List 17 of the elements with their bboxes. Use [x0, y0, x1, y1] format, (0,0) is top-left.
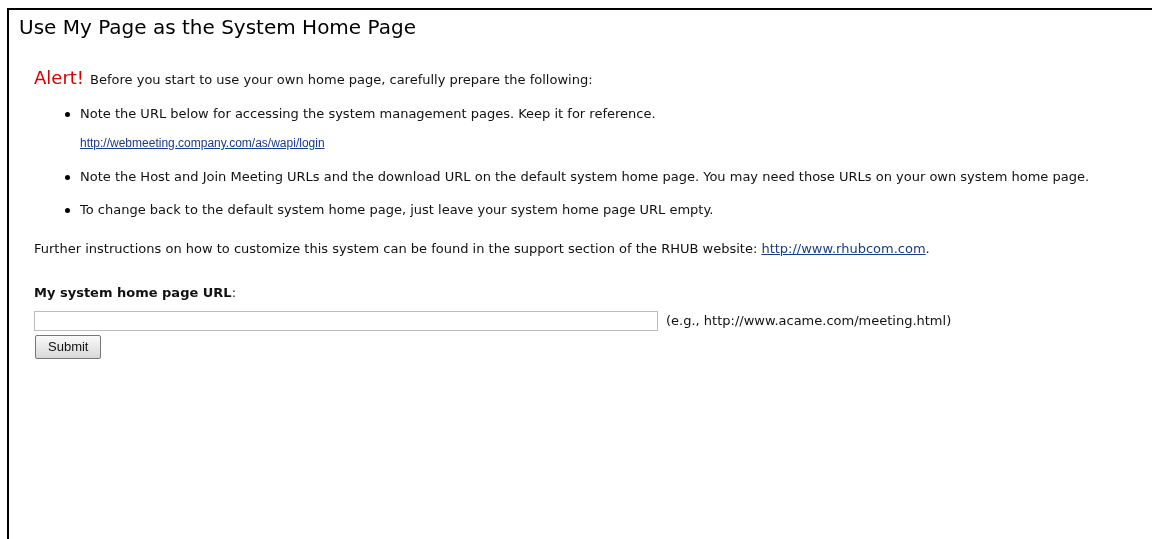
bullet-text: Note the URL below for accessing the system management pages. Keep it for reference. [80, 105, 657, 122]
login-link[interactable]: http://webmeeting.company.com/as/wapi/login [80, 134, 325, 152]
instructions-paragraph: Further instructions on how to customize this system can be found in the support section of the RHUB website: http://www.rhubcom.com. [34, 240, 931, 257]
bullet-icon [65, 112, 70, 117]
url-label: My system home page URL [34, 284, 232, 302]
alert-text: Before you start to use your own home page, carefully prepare the following: [90, 71, 593, 89]
bullet-text: To change back to the default system home page, just leave your system home page URL empty. [80, 201, 715, 218]
example-hint: (e.g., http://www.acame.com/meeting.html) [666, 311, 952, 330]
label-colon: : [231, 284, 237, 302]
bullet-icon [65, 175, 70, 180]
alert-label: Alert! [34, 66, 85, 90]
submit-button[interactable]: Submit [35, 334, 102, 359]
bullet-text: Note the Host and Join Meeting URLs and the download URL on the default system home page. You may need those URLs on your own system home page. [80, 168, 1091, 185]
bullet-icon [65, 208, 70, 213]
website-link[interactable]: http://www.rhubcom.com [761, 241, 926, 256]
page-title: Use My Page as the System Home Page [19, 14, 416, 40]
url-input-field[interactable] [34, 310, 658, 331]
